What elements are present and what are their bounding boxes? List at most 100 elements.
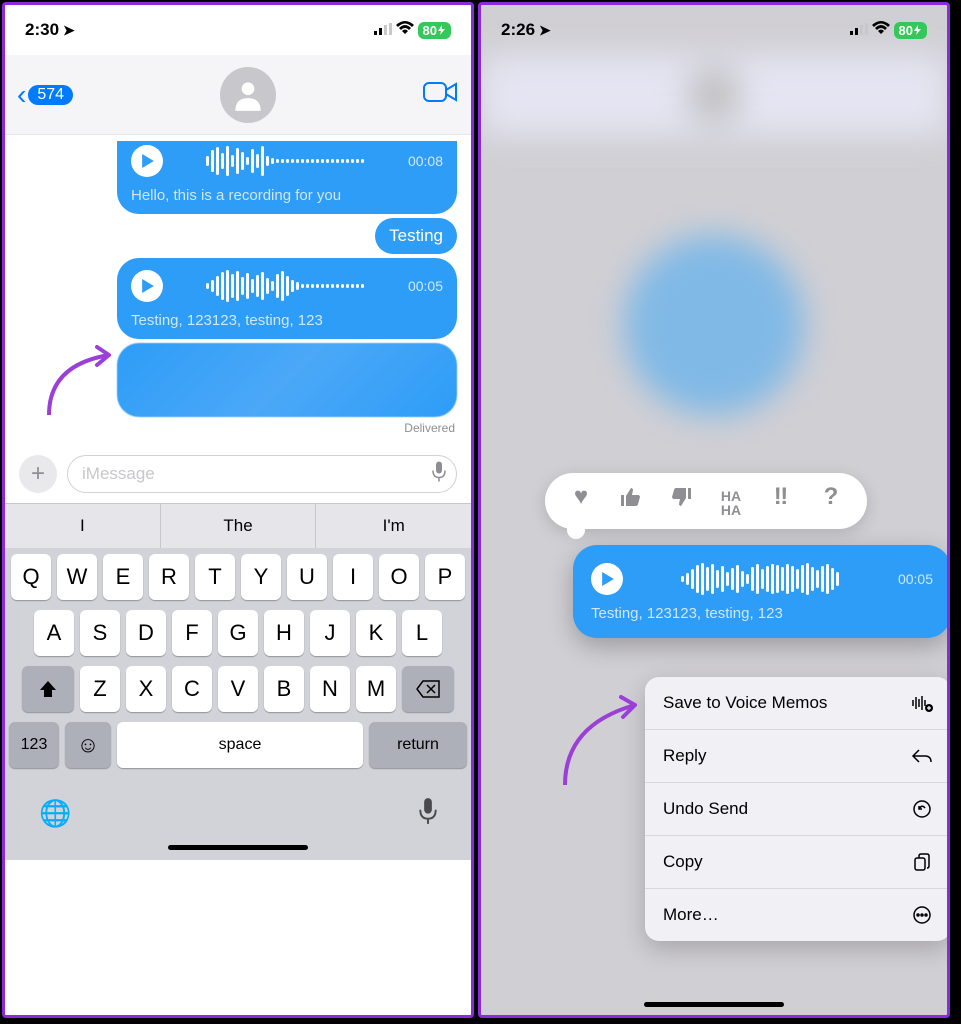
key-j[interactable]: J — [310, 610, 350, 656]
suggestion-3[interactable]: I'm — [316, 504, 471, 548]
tapback-haha[interactable]: HAHA — [715, 485, 747, 517]
back-button[interactable]: ‹ 574 — [17, 79, 73, 111]
voice-message-2[interactable]: 00:05 Testing, 123123, testing, 123 — [117, 258, 457, 339]
key-m[interactable]: M — [356, 666, 396, 712]
placeholder-text: iMessage — [82, 464, 155, 483]
key-n[interactable]: N — [310, 666, 350, 712]
location-icon: ➤ — [539, 22, 551, 39]
key-c[interactable]: C — [172, 666, 212, 712]
key-o[interactable]: O — [379, 554, 419, 600]
globe-icon[interactable]: 🌐 — [39, 798, 71, 831]
duration: 00:05 — [408, 278, 443, 294]
context-menu: Save to Voice Memos Reply Undo Send Copy… — [645, 677, 950, 941]
key-t[interactable]: T — [195, 554, 235, 600]
menu-label: Undo Send — [663, 799, 748, 819]
key-i[interactable]: I — [333, 554, 373, 600]
menu-more[interactable]: More… — [645, 889, 950, 941]
battery-indicator: 80 — [894, 22, 927, 39]
play-icon[interactable] — [591, 563, 623, 595]
annotation-arrow — [555, 685, 655, 795]
status-bar: 2:26 ➤ 80 — [481, 5, 947, 55]
return-key[interactable]: return — [369, 722, 467, 768]
focused-voice-message[interactable]: 00:05 Testing, 123123, testing, 123 — [573, 545, 950, 638]
status-bar: 2:30 ➤ 80 — [5, 5, 471, 55]
menu-label: Save to Voice Memos — [663, 693, 827, 713]
menu-label: Reply — [663, 746, 706, 766]
plus-button[interactable]: + — [19, 455, 57, 493]
messages-area: 00:08 Hello, this is a recording for you… — [5, 135, 471, 445]
tapback-heart[interactable]: ♥ — [565, 485, 597, 517]
nav-header: ‹ 574 — [5, 55, 471, 135]
key-d[interactable]: D — [126, 610, 166, 656]
voice-caption: Testing, 123123, testing, 123 — [131, 312, 443, 329]
key-u[interactable]: U — [287, 554, 327, 600]
waveform-plus-icon — [911, 692, 933, 714]
voice-caption: Hello, this is a recording for you — [131, 187, 443, 204]
key-v[interactable]: V — [218, 666, 258, 712]
play-icon[interactable] — [131, 270, 163, 302]
space-key[interactable]: space — [117, 722, 363, 768]
key-e[interactable]: E — [103, 554, 143, 600]
menu-copy[interactable]: Copy — [645, 836, 950, 889]
phone-left: 2:30 ➤ 80 ‹ 574 — [2, 2, 474, 1018]
key-g[interactable]: G — [218, 610, 258, 656]
status-time: 2:26 — [501, 20, 535, 40]
redacted-message[interactable] — [117, 343, 457, 417]
tapback-bar: ♥ HAHA ‼ ? — [545, 473, 867, 529]
key-b[interactable]: B — [264, 666, 304, 712]
key-q[interactable]: Q — [11, 554, 51, 600]
key-h[interactable]: H — [264, 610, 304, 656]
key-k[interactable]: K — [356, 610, 396, 656]
menu-save-voice-memos[interactable]: Save to Voice Memos — [645, 677, 950, 730]
emoji-key[interactable]: ☺ — [65, 722, 111, 768]
wifi-icon — [396, 20, 414, 40]
key-z[interactable]: Z — [80, 666, 120, 712]
key-x[interactable]: X — [126, 666, 166, 712]
number-key[interactable]: 123 — [9, 722, 59, 768]
tapback-thumbsdown[interactable] — [665, 485, 697, 517]
contact-avatar[interactable] — [220, 67, 276, 123]
key-l[interactable]: L — [402, 610, 442, 656]
battery-indicator: 80 — [418, 22, 451, 39]
key-s[interactable]: S — [80, 610, 120, 656]
home-indicator[interactable] — [168, 845, 308, 850]
suggestion-2[interactable]: The — [161, 504, 317, 548]
menu-label: More… — [663, 905, 719, 925]
duration: 00:05 — [898, 571, 933, 587]
undo-icon — [911, 798, 933, 820]
menu-undo-send[interactable]: Undo Send — [645, 783, 950, 836]
facetime-button[interactable] — [423, 80, 459, 109]
shift-key[interactable] — [22, 666, 74, 712]
play-icon[interactable] — [131, 145, 163, 177]
delivered-status: Delivered — [19, 421, 457, 435]
voice-message-1[interactable]: 00:08 Hello, this is a recording for you — [117, 141, 457, 214]
location-icon: ➤ — [63, 22, 75, 39]
key-w[interactable]: W — [57, 554, 97, 600]
home-indicator[interactable] — [644, 1002, 784, 1007]
key-p[interactable]: P — [425, 554, 465, 600]
suggestion-1[interactable]: I — [5, 504, 161, 548]
signal-icon — [374, 20, 392, 40]
tapback-exclaim[interactable]: ‼ — [765, 485, 797, 517]
text-message[interactable]: Testing — [375, 218, 457, 254]
menu-reply[interactable]: Reply — [645, 730, 950, 783]
key-y[interactable]: Y — [241, 554, 281, 600]
tapback-question[interactable]: ? — [815, 485, 847, 517]
dictate-icon[interactable] — [432, 462, 446, 487]
message-input[interactable]: iMessage — [67, 455, 457, 493]
phone-right: 2:26 ➤ 80 ♥ HAHA ‼ ? 00:05 — [478, 2, 950, 1018]
mic-icon[interactable] — [419, 798, 437, 831]
waveform — [173, 268, 398, 304]
waveform — [173, 143, 398, 179]
menu-label: Copy — [663, 852, 703, 872]
suggestions: I The I'm — [5, 503, 471, 548]
tapback-thumbsup[interactable] — [615, 485, 647, 517]
key-f[interactable]: F — [172, 610, 212, 656]
key-r[interactable]: R — [149, 554, 189, 600]
reply-icon — [911, 745, 933, 767]
chevron-left-icon: ‹ — [17, 79, 26, 111]
input-row: + iMessage — [5, 445, 471, 503]
key-a[interactable]: A — [34, 610, 74, 656]
signal-icon — [850, 20, 868, 40]
backspace-key[interactable] — [402, 666, 454, 712]
